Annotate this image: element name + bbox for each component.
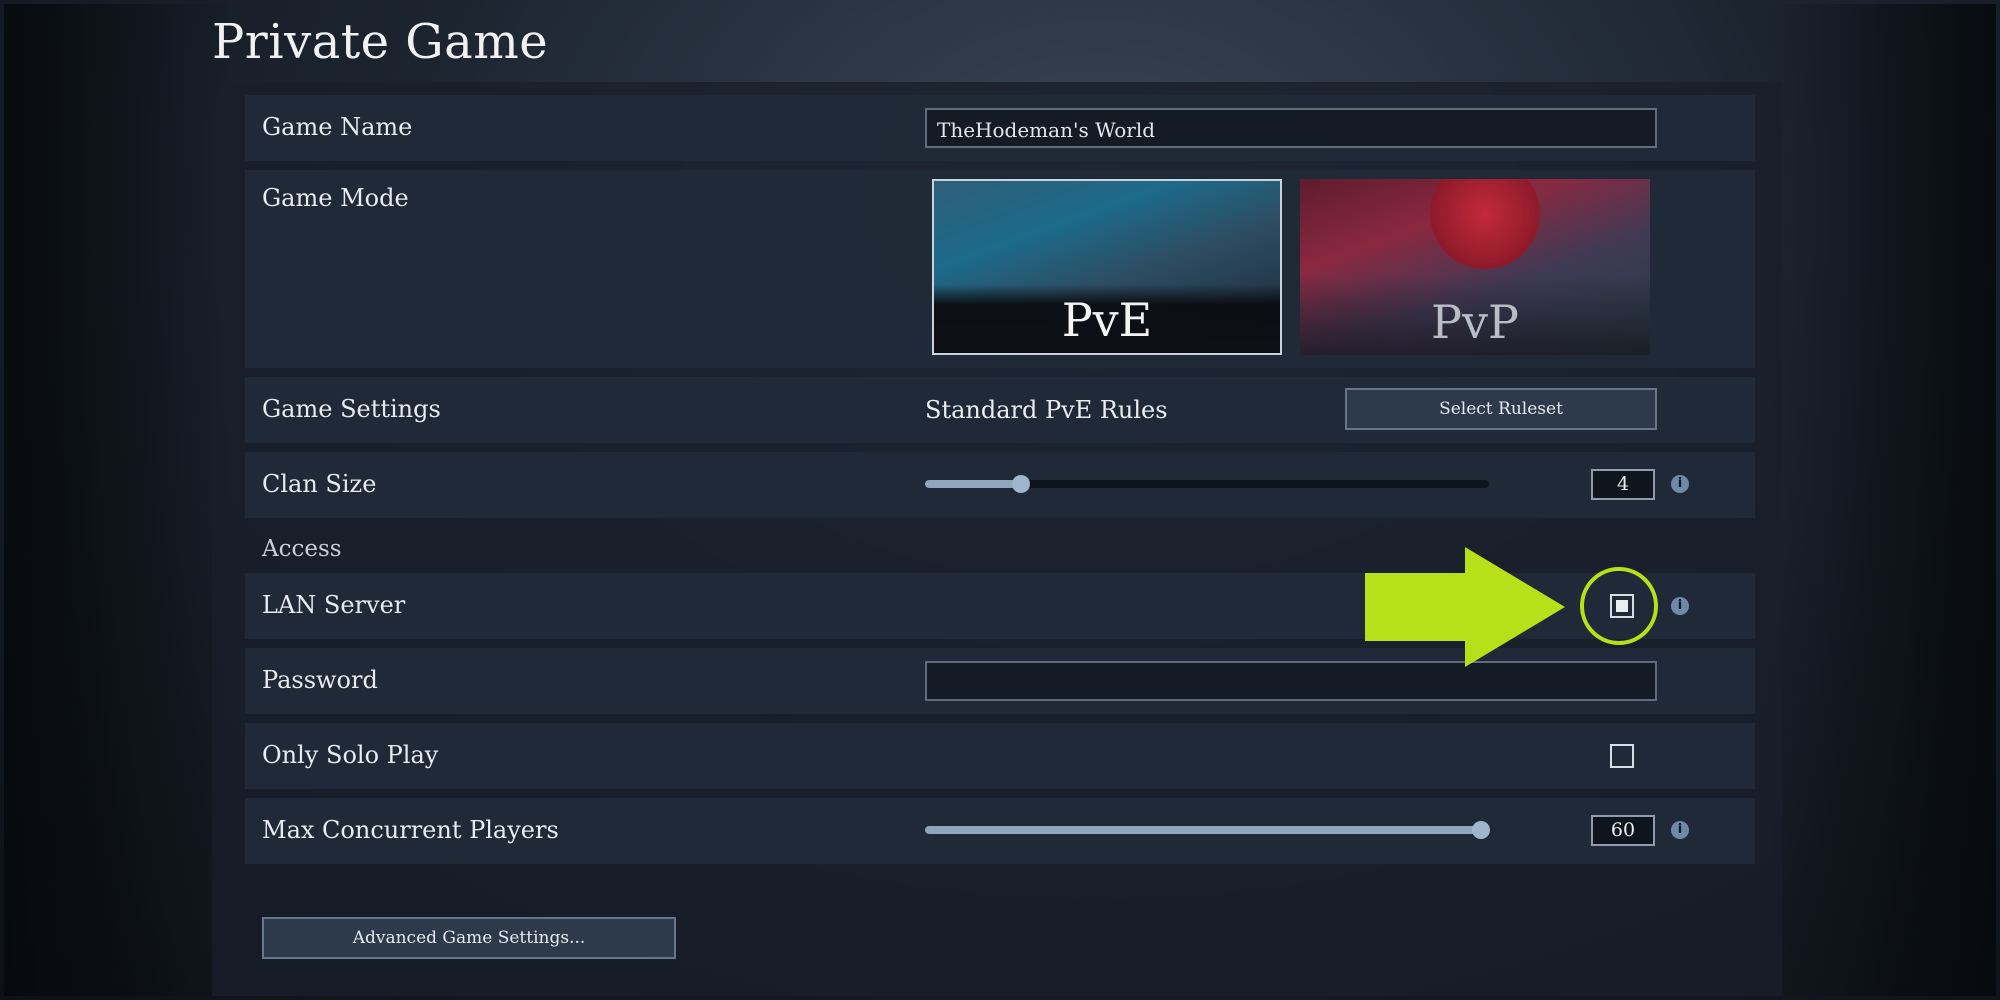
only-solo-play-checkbox[interactable] [1610, 744, 1634, 768]
advanced-game-settings-button[interactable]: Advanced Game Settings... [262, 917, 676, 959]
password-label: Password [262, 666, 378, 694]
lan-server-label: LAN Server [262, 591, 406, 619]
current-ruleset: Standard PvE Rules [925, 396, 1168, 424]
max-players-value[interactable]: 60 [1591, 815, 1655, 846]
clan-size-value[interactable]: 4 [1591, 469, 1655, 500]
mode-card-pvp[interactable]: PvP [1300, 179, 1650, 355]
page-title: Private Game [212, 14, 549, 70]
mode-card-pve[interactable]: PvE [932, 179, 1282, 355]
game-name-input[interactable]: TheHodeman's World [925, 108, 1657, 148]
max-players-slider[interactable] [925, 821, 1490, 839]
annotation-highlight-circle [1580, 567, 1658, 645]
row-only-solo-play: Only Solo Play [245, 723, 1755, 789]
info-icon[interactable]: i [1671, 475, 1689, 493]
select-ruleset-button[interactable]: Select Ruleset [1345, 388, 1657, 430]
game-name-label: Game Name [262, 113, 413, 141]
game-mode-label: Game Mode [262, 184, 409, 212]
max-players-slider-fill [925, 826, 1481, 834]
clan-size-slider-thumb[interactable] [1011, 475, 1030, 493]
game-settings-label: Game Settings [262, 395, 441, 423]
access-section-heading: Access [262, 536, 342, 562]
mode-card-pvp-label: PvP [1431, 295, 1519, 349]
max-players-slider-thumb[interactable] [1471, 821, 1490, 839]
mode-card-pve-label: PvE [1061, 293, 1153, 347]
only-solo-play-label: Only Solo Play [262, 741, 439, 769]
clan-size-label: Clan Size [262, 470, 377, 498]
info-icon[interactable]: i [1671, 597, 1689, 615]
password-input[interactable] [925, 661, 1657, 701]
clan-size-slider-fill [925, 480, 1021, 488]
info-icon[interactable]: i [1671, 821, 1689, 839]
max-players-label: Max Concurrent Players [262, 816, 559, 844]
clan-size-slider[interactable] [925, 475, 1489, 493]
annotation-arrow-icon [1365, 547, 1565, 667]
moon-decoration [1430, 179, 1540, 269]
